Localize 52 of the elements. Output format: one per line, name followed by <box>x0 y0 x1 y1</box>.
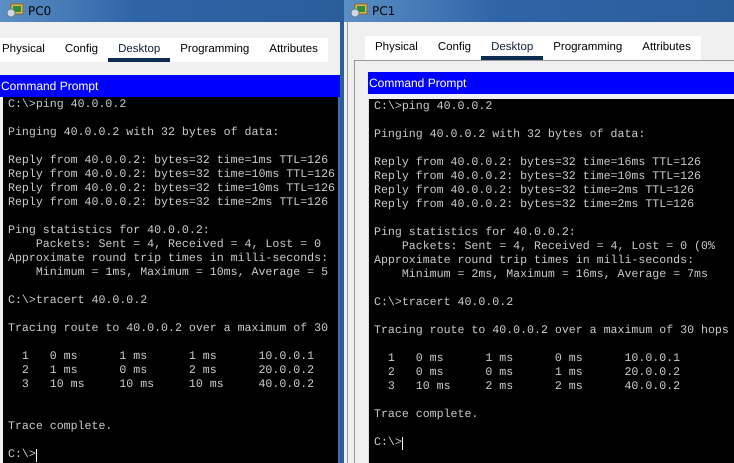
console-line: Reply from 40.0.0.2: bytes=32 time=2ms TTL=126 <box>8 196 330 210</box>
console-line: Reply from 40.0.0.2: bytes=32 time=2ms TTL=126 <box>374 198 696 212</box>
console-title: Command Prompt <box>369 76 466 90</box>
console-title: Command Prompt <box>1 79 98 93</box>
console-line: Reply from 40.0.0.2: bytes=32 time=2ms TTL=126 <box>374 184 696 198</box>
tab[interactable]: Attributes <box>259 43 328 62</box>
console-line: C:\>tracert 40.0.0.2 <box>8 294 148 308</box>
text-cursor <box>402 436 403 450</box>
text-cursor <box>36 448 37 462</box>
console-line: Pinging 40.0.0.2 with 32 bytes of data: <box>374 128 646 142</box>
tab[interactable]: Desktop <box>108 43 170 62</box>
console-prompt: C:\> <box>8 448 36 462</box>
tab[interactable]: Programming <box>543 41 632 60</box>
console-line: Reply from 40.0.0.2: bytes=32 time=10ms TTL=126 <box>374 170 702 184</box>
console-line: C:\>ping 40.0.0.2 <box>8 98 128 112</box>
tab[interactable]: Config <box>54 43 108 62</box>
console-line: Reply from 40.0.0.2: bytes=32 time=16ms TTL=126 <box>374 156 702 170</box>
tab[interactable]: Physical <box>0 43 55 62</box>
console-line: Minimum = 1ms, Maximum = 10ms, Average = 5 <box>34 266 330 280</box>
console-line: Minimum = 2ms, Maximum = 16ms, Average = 7ms <box>400 268 709 282</box>
console-line: 1 0 ms 1 ms 0 ms 10.0.0.1 <box>386 352 682 366</box>
console-line: 3 10 ms 2 ms 2 ms 40.0.0.2 <box>386 380 682 394</box>
tab[interactable]: Physical <box>365 41 428 60</box>
console-line: 3 10 ms 10 ms 10 ms 40.0.0.2 <box>20 378 316 392</box>
console-line: Ping statistics for 40.0.0.2: <box>374 226 577 240</box>
console-line: Ping statistics for 40.0.0.2: <box>8 224 211 238</box>
tab[interactable]: Desktop <box>481 41 544 60</box>
console-line: Approximate round trip times in milli-seconds: <box>8 252 330 266</box>
console-line: C:\>ping 40.0.0.2 <box>374 100 494 114</box>
pc-icon <box>6 3 24 19</box>
window-title: PC0 <box>28 4 52 18</box>
console-line: Trace complete. <box>374 408 480 422</box>
tab[interactable]: Config <box>428 41 482 60</box>
console-line: Approximate round trip times in milli-seconds: <box>374 254 696 268</box>
console-line: 1 0 ms 1 ms 1 ms 10.0.0.1 <box>20 350 316 364</box>
console-line: Packets: Sent = 4, Received = 4, Lost = 0 <box>34 238 322 252</box>
console-line: Trace complete. <box>8 420 114 434</box>
console-line: 2 0 ms 0 ms 1 ms 20.0.0.2 <box>386 366 682 380</box>
console-prompt: C:\> <box>374 436 402 450</box>
console-line: Reply from 40.0.0.2: bytes=32 time=10ms TTL=126 <box>8 182 336 196</box>
console-line: Tracing route to 40.0.0.2 over a maximum of 30 hops <box>374 324 730 338</box>
console-line: 2 1 ms 0 ms 2 ms 20.0.0.2 <box>20 364 316 378</box>
console-line: Tracing route to 40.0.0.2 over a maximum of 30 <box>8 322 330 336</box>
console-line: Reply from 40.0.0.2: bytes=32 time=10ms TTL=126 <box>8 168 336 182</box>
tab[interactable]: Programming <box>170 43 260 62</box>
window-title: PC1 <box>372 4 396 18</box>
console-line: Pinging 40.0.0.2 with 32 bytes of data: <box>8 126 280 140</box>
console-line: Packets: Sent = 4, Received = 4, Lost = 0 (0% <box>400 240 716 254</box>
pc-icon <box>350 3 368 19</box>
console-line: Reply from 40.0.0.2: bytes=32 time=1ms TTL=126 <box>8 154 330 168</box>
console-line: C:\>tracert 40.0.0.2 <box>374 296 514 310</box>
tab[interactable]: Attributes <box>632 41 701 60</box>
